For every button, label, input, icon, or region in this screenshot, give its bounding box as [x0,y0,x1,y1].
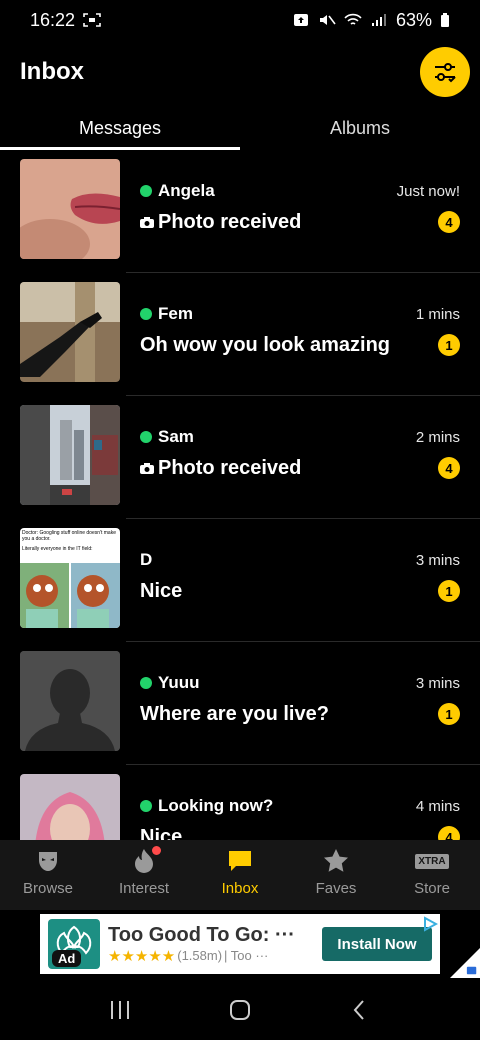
nav-label: Interest [118,880,170,897]
tab-messages[interactable]: Messages [0,110,240,150]
bottom-nav: Browse Interest Inbox Faves XTRA Store [0,840,480,910]
nav-interest[interactable]: Interest [96,840,192,910]
adchoices-icon[interactable] [422,916,438,932]
conversation-list: Angela Just now! Photo received 4 Fem 1 … [0,150,480,840]
unread-badge: 1 [438,580,460,602]
unread-badge: 1 [438,703,460,725]
screenshot-icon [83,13,101,27]
message-preview: Photo received [158,210,302,233]
person-silhouette-icon [20,651,120,751]
profile-photo[interactable] [20,774,120,840]
home-icon[interactable] [228,998,252,1022]
message-time: 2 mins [415,428,460,446]
message-preview: Nice [140,825,183,841]
unread-badge: 4 [438,826,460,840]
message-time: 3 mins [415,551,460,569]
tab-bar: Messages Albums [0,110,480,150]
status-bar: 16:22 63% [0,0,480,40]
wifi-icon [344,13,362,25]
message-preview: Oh wow you look amazing [140,333,391,356]
message-time: Just now! [396,182,460,200]
profile-photo[interactable]: Doctor: Googling stuff online doesn't ma… [20,528,120,628]
message-time: 4 mins [415,797,460,815]
profile-photo[interactable] [20,282,120,382]
xtra-icon: XTRA [415,853,449,869]
nav-label: Store [414,880,450,897]
online-indicator [140,800,152,812]
ad-app-logo: Ad [48,919,100,969]
install-button[interactable]: Install Now [322,927,432,961]
battery-level: 63% [395,9,432,30]
contact-name: Angela [158,181,215,200]
rating-count: (1.58m) [177,948,223,963]
conversation-row[interactable]: Sam 2 mins Photo received 4 [0,396,480,519]
contact-name: Yuuu [158,673,200,692]
ad-subtext: | Too ··· [224,948,269,963]
star-icon [324,849,348,872]
unread-badge: 4 [438,211,460,233]
online-indicator [140,431,152,443]
ad-area: Ad Too Good To Go: ··· ★★★★★ (1.58m) | T… [0,910,480,980]
message-time: 3 mins [415,674,460,692]
back-icon[interactable] [348,998,372,1022]
meme-caption: Doctor: Googling stuff online doesn't ma… [22,530,116,542]
chat-bubble-icon [229,851,251,871]
corner-indicator-icon [450,948,480,978]
status-time: 16:22 [30,9,76,30]
message-preview: Photo received [158,456,302,479]
camera-icon [140,462,154,474]
conversation-row[interactable]: Looking now? 4 mins Nice 4 [0,765,480,840]
battery-icon [441,13,449,27]
conversation-row[interactable]: Doctor: Googling stuff online doesn't ma… [0,519,480,642]
rating-stars: ★★★★★ [108,947,176,965]
nav-store[interactable]: XTRA Store [384,840,480,910]
nav-label: Browse [22,880,74,897]
conversation-row[interactable]: Yuuu 3 mins Where are you live? 1 [0,642,480,765]
system-navigation [0,980,480,1040]
nav-label: Inbox [221,880,259,897]
online-indicator [140,677,152,689]
tab-albums[interactable]: Albums [240,110,480,150]
conversation-row[interactable]: Angela Just now! Photo received 4 [0,150,480,273]
nav-label: Faves [315,880,357,897]
header: Inbox [0,40,480,104]
page-title: Inbox [20,58,84,85]
contact-name: Looking now? [158,796,274,815]
signal-icon [371,14,386,26]
camera-icon [140,216,154,228]
profile-photo-placeholder[interactable] [20,651,120,751]
unread-badge: 4 [438,457,460,479]
nav-inbox[interactable]: Inbox [192,840,288,910]
ad-banner[interactable]: Ad Too Good To Go: ··· ★★★★★ (1.58m) | T… [40,914,440,974]
recent-apps-icon[interactable] [108,999,132,1021]
message-preview: Nice [140,579,183,602]
unread-badge: 1 [438,334,460,356]
ad-title: Too Good To Go: ··· [108,923,295,946]
online-indicator [140,308,152,320]
contact-name: D [140,550,153,569]
profile-photo[interactable] [20,405,120,505]
ad-label: Ad [52,950,82,967]
filter-button[interactable] [420,47,470,97]
profile-photo[interactable] [20,159,120,259]
nav-faves[interactable]: Faves [288,840,384,910]
sliders-icon [435,63,456,83]
contact-name: Sam [158,427,194,446]
upload-notification-icon [293,14,308,26]
online-indicator [140,185,152,197]
nav-browse[interactable]: Browse [0,840,96,910]
mute-icon [319,15,336,25]
contact-name: Fem [158,304,193,323]
meme-caption: Literally everyone in the IT field: [22,546,93,552]
message-preview: Where are you live? [140,702,329,725]
message-time: 1 mins [415,305,460,323]
mask-icon [39,852,57,871]
conversation-row[interactable]: Fem 1 mins Oh wow you look amazing 1 [0,273,480,396]
notification-dot [152,846,161,855]
